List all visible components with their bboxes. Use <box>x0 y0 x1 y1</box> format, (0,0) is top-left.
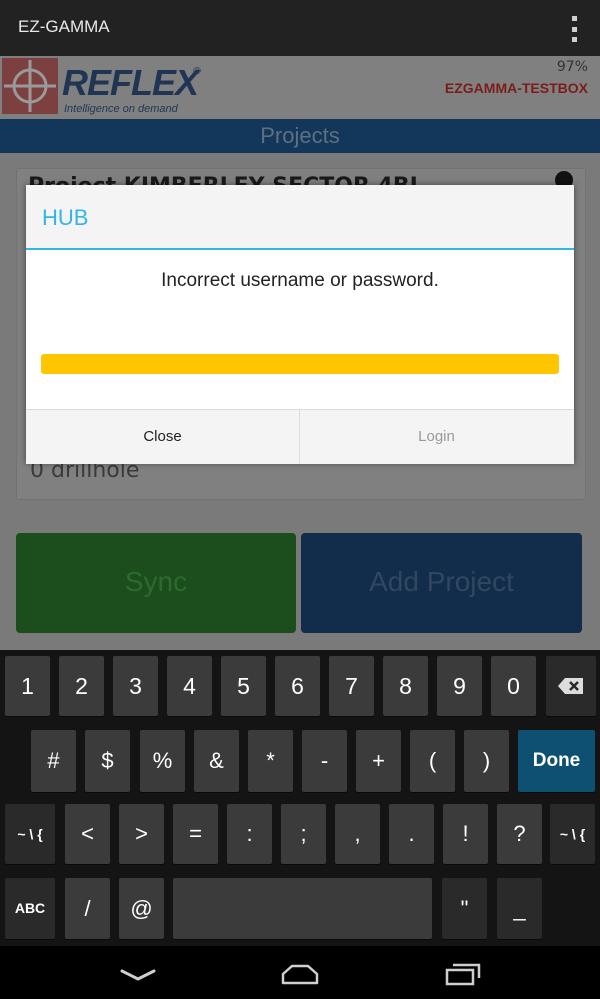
key-1[interactable]: 1 <box>5 656 50 716</box>
key-0[interactable]: 0 <box>491 656 536 716</box>
key-plus[interactable]: + <box>356 730 401 792</box>
home-icon[interactable] <box>281 963 319 985</box>
key-greater-than[interactable]: > <box>119 804 164 864</box>
login-button[interactable]: Login <box>300 410 573 464</box>
backspace-key[interactable] <box>546 656 596 716</box>
spacebar-key[interactable] <box>173 878 432 939</box>
key-7[interactable]: 7 <box>329 656 374 716</box>
key-question[interactable]: ? <box>497 804 542 864</box>
soft-keyboard: 1 2 3 4 5 6 7 8 9 0 # $ % & * - + ( ) Do… <box>0 650 600 946</box>
hub-dialog: HUB Incorrect username or password. Clos… <box>26 185 574 464</box>
key-colon[interactable]: : <box>227 804 272 864</box>
logo-registered-mark: ® <box>192 66 202 77</box>
brand-header: REFLEX ® Intelligence on demand 97% EZGA… <box>0 56 600 119</box>
key-underscore[interactable]: _ <box>497 878 542 939</box>
add-project-button-label: Add Project <box>369 566 514 597</box>
dialog-message: Incorrect username or password. <box>161 270 439 291</box>
key-quote[interactable]: " <box>442 878 487 939</box>
add-project-button[interactable]: Add Project <box>301 533 582 633</box>
app-title: EZ-GAMMA <box>18 17 110 36</box>
reflex-logo-icon <box>2 58 58 114</box>
key-9[interactable]: 9 <box>437 656 482 716</box>
key-2[interactable]: 2 <box>59 656 104 716</box>
logo-tagline: Intelligence on demand <box>64 103 178 115</box>
action-bar: EZ-GAMMA <box>0 0 600 56</box>
sync-button-label: Sync <box>124 566 188 597</box>
navigation-bar <box>0 946 600 999</box>
back-icon[interactable] <box>120 968 156 982</box>
key-asterisk[interactable]: * <box>248 730 293 792</box>
battery-level: 97% <box>556 59 588 75</box>
key-hash[interactable]: # <box>31 730 76 792</box>
progress-bar <box>41 354 559 374</box>
key-period[interactable]: . <box>389 804 434 864</box>
environment-label: EZGAMMA-TESTBOX <box>444 80 588 96</box>
key-ampersand[interactable]: & <box>194 730 239 792</box>
key-at[interactable]: @ <box>119 878 164 939</box>
key-8[interactable]: 8 <box>383 656 428 716</box>
more-vert-icon[interactable] <box>570 16 578 42</box>
key-5[interactable]: 5 <box>221 656 266 716</box>
dialog-header: HUB <box>26 185 574 250</box>
logo-wordmark: REFLEX <box>62 62 199 103</box>
recent-apps-icon[interactable] <box>445 962 481 986</box>
key-6[interactable]: 6 <box>275 656 320 716</box>
sync-button[interactable]: Sync <box>16 533 296 633</box>
dialog-buttons: Close Login <box>26 409 574 464</box>
key-abc[interactable]: ABC <box>5 878 55 939</box>
key-percent[interactable]: % <box>140 730 185 792</box>
key-more-symbols-left[interactable]: ~ \ { <box>5 804 55 864</box>
key-3[interactable]: 3 <box>113 656 158 716</box>
page-title: Projects <box>260 123 340 148</box>
close-button[interactable]: Close <box>26 410 300 464</box>
key-less-than[interactable]: < <box>65 804 110 864</box>
dialog-title: HUB <box>42 205 89 230</box>
key-close-paren[interactable]: ) <box>464 730 509 792</box>
key-comma[interactable]: , <box>335 804 380 864</box>
key-semicolon[interactable]: ; <box>281 804 326 864</box>
key-4[interactable]: 4 <box>167 656 212 716</box>
key-exclamation[interactable]: ! <box>443 804 488 864</box>
key-slash[interactable]: / <box>65 878 110 939</box>
key-dollar[interactable]: $ <box>85 730 130 792</box>
done-key[interactable]: Done <box>518 730 595 792</box>
key-more-symbols-right[interactable]: ~ \ { <box>550 804 595 864</box>
key-equals[interactable]: = <box>173 804 218 864</box>
key-minus[interactable]: - <box>302 730 347 792</box>
backspace-icon <box>558 678 583 694</box>
key-open-paren[interactable]: ( <box>410 730 455 792</box>
